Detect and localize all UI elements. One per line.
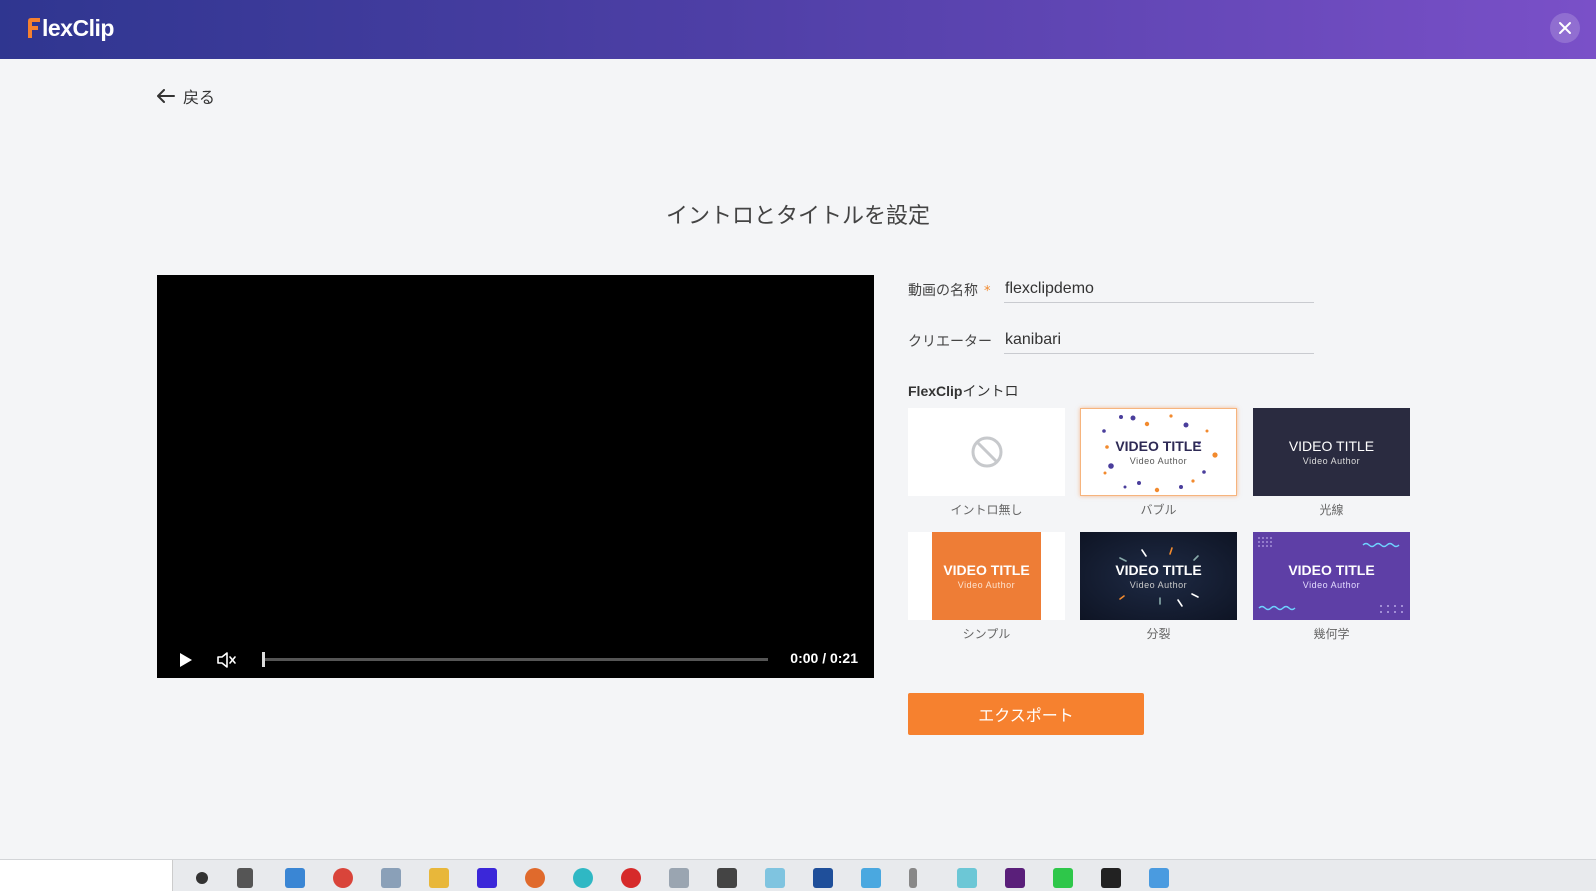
- video-player[interactable]: 0:00 / 0:21: [157, 275, 874, 678]
- video-name-label: 動画の名称 *: [908, 283, 991, 299]
- creator-label: クリエーター: [908, 334, 992, 350]
- taskbar-app-icon-11[interactable]: [813, 868, 833, 888]
- intro-option-bubble[interactable]: VIDEO TITLE Video Author: [1080, 408, 1237, 496]
- simple-video-title: VIDEO TITLE: [943, 562, 1030, 578]
- taskbar-app-icon-9[interactable]: [717, 868, 737, 888]
- video-name-row: 動画の名称 *: [908, 280, 991, 300]
- intro-caption-bubble: バブル: [1140, 503, 1177, 517]
- split-video-author: Video Author: [1129, 580, 1188, 590]
- bubble-video-title: VIDEO TITLE: [1115, 438, 1202, 454]
- taskbar-folder-icon[interactable]: [429, 868, 449, 888]
- intro-caption-none: イントロ無し: [950, 503, 1023, 517]
- taskbar-app-icon-13[interactable]: [909, 868, 917, 888]
- close-button[interactable]: [1550, 13, 1580, 43]
- play-button[interactable]: [179, 652, 193, 672]
- taskbar-app-icon-15[interactable]: [1005, 868, 1025, 888]
- ray-video-title: VIDEO TITLE: [1288, 438, 1375, 454]
- seek-handle[interactable]: [262, 652, 265, 667]
- taskbar-app-icon-12[interactable]: [861, 868, 881, 888]
- taskbar-app-icon-16[interactable]: [1101, 868, 1121, 888]
- intro-option-split[interactable]: VIDEO TITLE Video Author: [1080, 532, 1237, 620]
- speaker-icon: [217, 652, 236, 668]
- geometric-video-author: Video Author: [1302, 580, 1361, 590]
- split-video-title: VIDEO TITLE: [1115, 562, 1202, 578]
- taskbar-app-icon-6[interactable]: [573, 868, 593, 888]
- logo-f-icon: [27, 17, 41, 39]
- intro-option-none[interactable]: [908, 408, 1065, 496]
- required-mark: *: [984, 284, 991, 299]
- video-name-input[interactable]: [1004, 275, 1314, 303]
- player-controls: 0:00 / 0:21: [157, 640, 874, 678]
- intro-heading: FlexClipイントロ: [908, 383, 1019, 400]
- taskbar-app-icon-17[interactable]: [1149, 868, 1169, 888]
- taskbar-cortana-icon[interactable]: [196, 872, 208, 884]
- back-link[interactable]: 戻る: [157, 84, 215, 108]
- arrow-left-icon: [157, 89, 175, 103]
- bubble-video-author: Video Author: [1129, 456, 1188, 466]
- play-icon: [180, 653, 192, 667]
- taskbar-app-icon-3[interactable]: [381, 868, 401, 888]
- geometric-video-title: VIDEO TITLE: [1288, 562, 1375, 578]
- export-button[interactable]: エクスポート: [908, 693, 1144, 735]
- creator-input[interactable]: [1004, 326, 1314, 354]
- no-icon: [971, 436, 1002, 468]
- close-icon: [1559, 22, 1571, 34]
- taskbar-app-icon-10[interactable]: [765, 868, 785, 888]
- time-display: 0:00 / 0:21: [790, 650, 858, 666]
- ray-video-author: Video Author: [1302, 456, 1361, 466]
- taskbar-search-box[interactable]: [0, 860, 173, 891]
- volume-button[interactable]: [217, 651, 237, 673]
- logo-text: lexClip: [42, 14, 114, 41]
- taskbar-app-icon-7[interactable]: [621, 868, 641, 888]
- taskbar-line-icon[interactable]: [1053, 868, 1073, 888]
- taskbar-app-icon-14[interactable]: [957, 868, 977, 888]
- intro-caption-geometric: 幾何学: [1313, 627, 1350, 641]
- taskbar-app-icon-8[interactable]: [669, 868, 689, 888]
- taskbar-app-icon-2[interactable]: [333, 868, 353, 888]
- flexclip-logo[interactable]: lexClip: [27, 13, 114, 43]
- intro-option-geometric[interactable]: VIDEO TITLE Video Author: [1253, 532, 1410, 620]
- simple-video-author: Video Author: [957, 580, 1016, 590]
- taskbar-taskview-icon[interactable]: [237, 868, 253, 888]
- intro-caption-ray: 光線: [1319, 503, 1344, 517]
- seek-bar[interactable]: [262, 652, 768, 667]
- taskbar-app-icon-4[interactable]: [477, 868, 497, 888]
- header-bar: lexClip: [0, 0, 1596, 59]
- taskbar-app-icon-5[interactable]: [525, 868, 545, 888]
- intro-option-ray[interactable]: VIDEO TITLE Video Author: [1253, 408, 1410, 496]
- taskbar-app-icon-1[interactable]: [285, 868, 305, 888]
- intro-caption-simple: シンプル: [962, 627, 1011, 641]
- os-taskbar: [0, 859, 1596, 891]
- intro-caption-split: 分裂: [1146, 627, 1171, 641]
- page-title: イントロとタイトルを設定: [665, 204, 930, 229]
- intro-option-simple[interactable]: VIDEO TITLE Video Author: [908, 532, 1065, 620]
- creator-row: クリエーター: [908, 331, 992, 351]
- back-label: 戻る: [183, 88, 216, 107]
